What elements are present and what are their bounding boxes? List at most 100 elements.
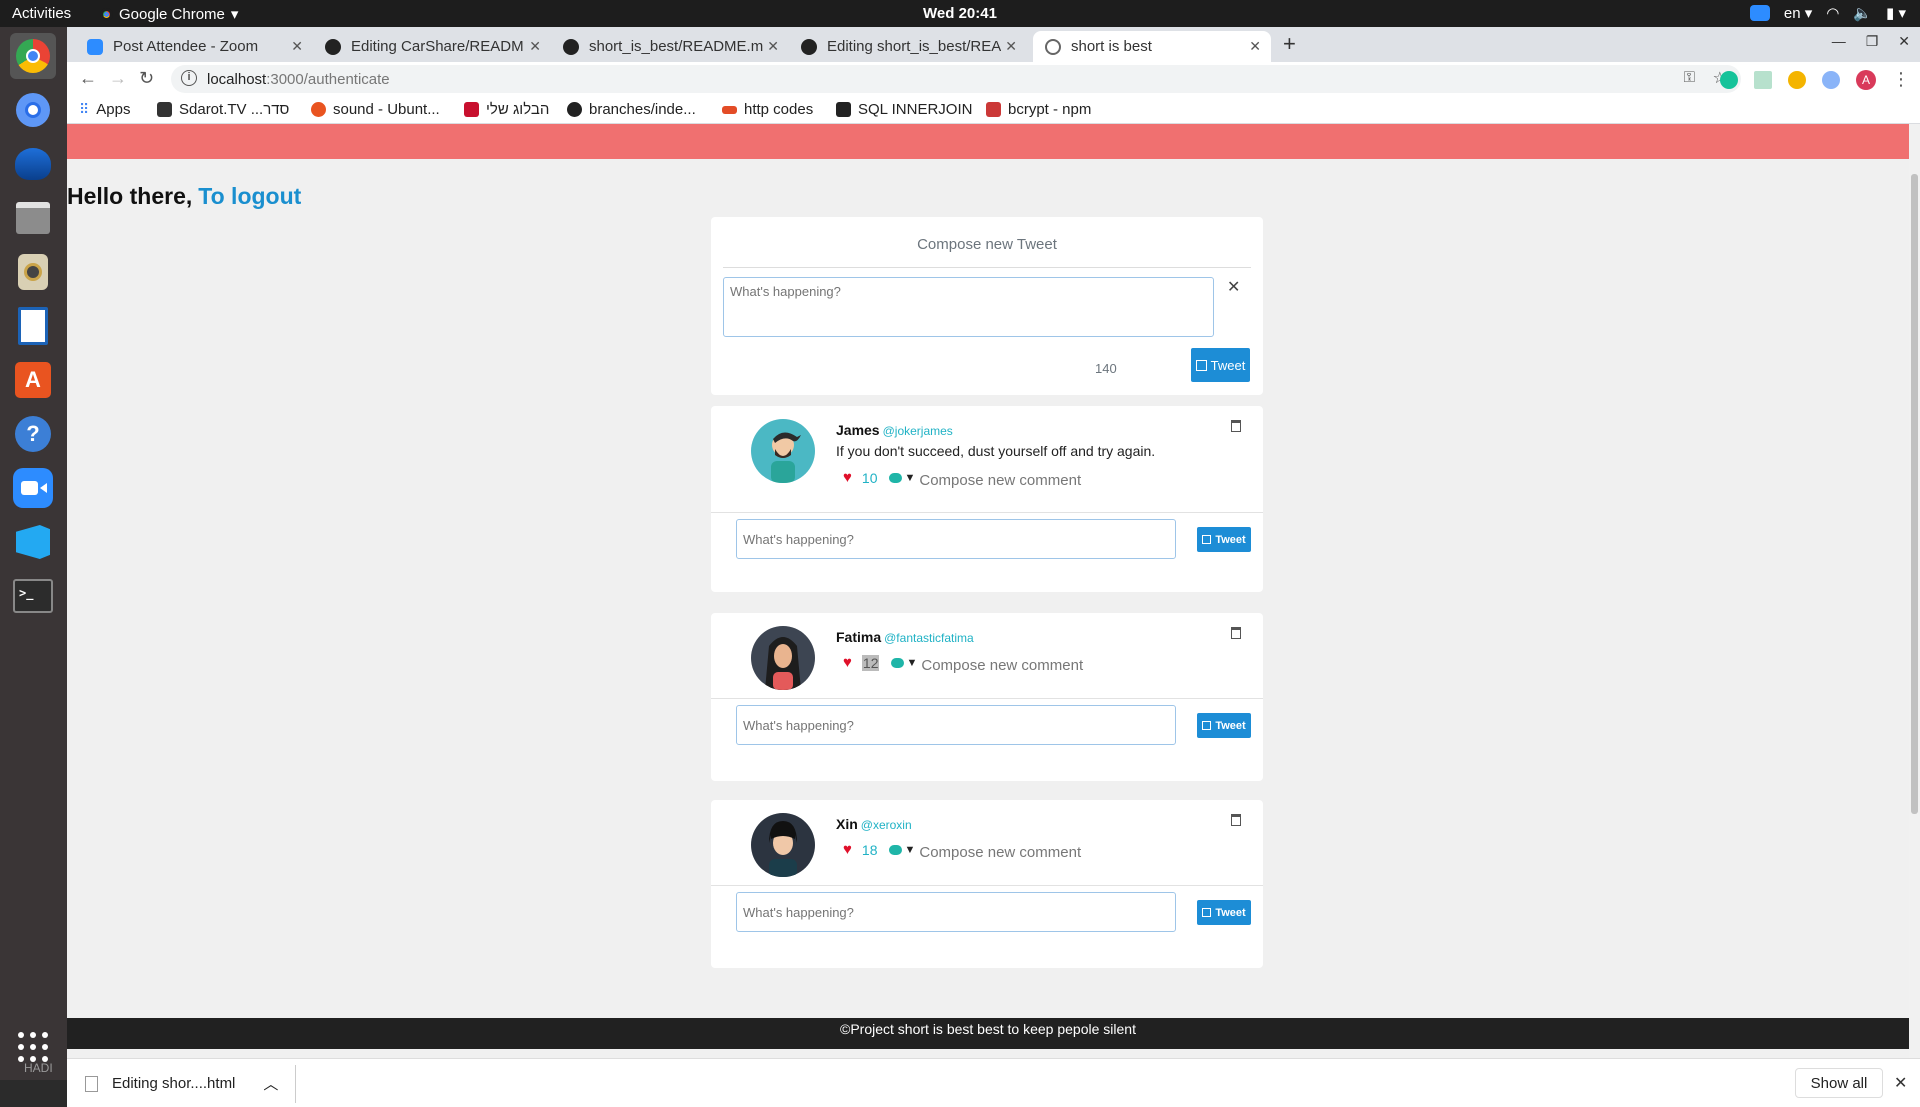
restore-icon[interactable]: ❐ [1866,33,1879,50]
tweet-button-label: Tweet [1215,906,1246,919]
tweet-textarea[interactable] [723,277,1214,337]
trash-icon[interactable] [1231,420,1241,432]
compose-comment-label[interactable]: Compose new comment [919,844,1081,861]
info-icon[interactable]: i [181,70,197,86]
greeting-text: Hello there, [67,183,193,209]
show-applications-icon[interactable] [18,1032,48,1062]
tab-carshare-readme[interactable]: Editing CarShare/READM ✕ [313,31,551,62]
comment-tweet-button[interactable]: Tweet [1197,527,1251,552]
show-all-button[interactable]: Show all [1795,1068,1883,1098]
comment-icon[interactable] [889,844,903,855]
zoom-tray-icon[interactable] [1749,5,1770,21]
tab-short-is-best[interactable]: short is best ✕ [1033,31,1271,62]
tweet-button-label: Tweet [1215,719,1246,732]
settings-extension-icon[interactable] [1788,70,1806,89]
files-icon[interactable] [10,195,56,241]
avatar [751,626,815,690]
divider [711,512,1263,513]
tab-editing-short-is-best[interactable]: Editing short_is_best/REA ✕ [789,31,1027,62]
edit-icon [1202,721,1212,730]
close-icon[interactable]: ✕ [291,38,303,55]
page-scrollbar[interactable] [1909,124,1920,1058]
forward-icon[interactable]: → [109,68,127,89]
menu-icon[interactable]: ⋮ [1892,69,1910,90]
vscode-icon[interactable] [10,519,56,565]
new-tab-button[interactable]: + [1283,31,1296,57]
writer-icon[interactable] [10,303,56,349]
zoom-favicon [87,38,103,55]
compose-comment-label[interactable]: Compose new comment [921,657,1083,674]
comment-icon[interactable] [891,657,905,668]
grammarly-icon[interactable] [1720,70,1738,89]
url-path: :3000/authenticate [266,70,390,88]
close-icon[interactable]: ✕ [767,38,779,55]
logout-link[interactable]: To logout [198,183,301,209]
bookmark-sound-ubuntu[interactable]: sound - Ubunt... [311,101,440,118]
trash-icon[interactable] [1231,627,1241,639]
minimize-icon[interactable]: — [1832,33,1846,50]
tweet-button-label: Tweet [1210,357,1246,373]
terminal-icon[interactable]: >_ [10,573,56,619]
system-tray[interactable]: en ▾ ◠ 🔈 ▮ ▾ [1749,4,1906,22]
bookmark-sql-innerjoin[interactable]: SQL INNERJOIN [836,101,972,118]
bookmark-branches[interactable]: branches/inde... [567,101,696,118]
http-icon [722,105,737,114]
bookmark-apps[interactable]: ⠿ Apps [79,101,130,118]
chevron-down-icon[interactable]: ▼ [904,472,915,484]
chevron-down-icon[interactable]: ▼ [906,657,917,669]
key-icon[interactable]: ⚿ [1684,69,1695,86]
bookmark-blog[interactable]: הבלוג שלי [464,101,549,118]
reload-icon[interactable]: ↻ [139,68,154,89]
close-icon[interactable]: ✕ [1227,277,1240,297]
chevron-down-icon[interactable]: ▼ [904,844,915,856]
language-indicator[interactable]: en ▾ [1784,4,1812,22]
comment-tweet-button[interactable]: Tweet [1197,900,1251,925]
bookmark-http-codes[interactable]: http codes [722,101,813,118]
wifi-icon: ◠ [1826,5,1840,22]
github-favicon [563,38,579,55]
clock[interactable]: Wed 20:41 [0,5,1920,22]
tweet-actions: ♥ 10 ▼ Compose new comment [843,466,1081,489]
comment-input[interactable] [736,519,1176,559]
close-icon[interactable]: ✕ [529,38,541,55]
bookmark-sdarot[interactable]: Sdarot.TV ...סדר [157,101,289,118]
author-handle[interactable]: @jokerjames [883,424,953,438]
close-icon[interactable]: ✕ [1005,38,1017,55]
heart-icon[interactable]: ♥ [843,841,852,858]
sheets-extension-icon[interactable] [1754,70,1772,89]
back-icon[interactable]: ← [79,68,97,89]
tab-short-is-best-readme[interactable]: short_is_best/README.m ✕ [551,31,789,62]
close-window-icon[interactable]: ✕ [1898,33,1910,50]
download-item[interactable]: Editing shor....html ︿ [85,1073,278,1094]
rhythmbox-icon[interactable] [10,249,56,295]
trash-icon[interactable] [1231,814,1241,826]
comment-icon[interactable] [889,472,903,483]
tweet-button[interactable]: Tweet [1191,348,1250,382]
scrollbar-thumb[interactable] [1911,174,1918,814]
comment-input[interactable] [736,705,1176,745]
zoom-icon[interactable] [10,465,56,511]
tab-zoom[interactable]: Post Attendee - Zoom ✕ [75,31,313,62]
help-icon[interactable]: ? [10,411,56,457]
close-icon[interactable]: ✕ [1249,38,1261,55]
thunderbird-icon[interactable] [10,141,56,187]
comment-tweet-button[interactable]: Tweet [1197,713,1251,738]
comment-input[interactable] [736,892,1176,932]
greeting: Hello there, To logout [67,183,301,210]
bookmark-bcrypt[interactable]: bcrypt - npm [986,101,1091,118]
author: James @jokerjames [836,422,953,438]
avatar[interactable]: A [1856,69,1876,90]
chrome-icon[interactable] [10,33,56,79]
edit-icon [1202,908,1212,917]
address-bar[interactable]: i localhost:3000/authenticate ⚿ ☆ [171,65,1741,93]
heart-icon[interactable]: ♥ [843,654,852,671]
extension-icon[interactable] [1822,70,1840,89]
close-icon[interactable]: ✕ [1894,1073,1907,1093]
heart-icon[interactable]: ♥ [843,469,852,486]
software-store-icon[interactable]: A [10,357,56,403]
author-handle[interactable]: @fantasticfatima [884,631,974,645]
chevron-up-icon[interactable]: ︿ [263,1073,278,1094]
author-handle[interactable]: @xeroxin [861,818,912,832]
chromium-icon[interactable] [10,87,56,133]
compose-comment-label[interactable]: Compose new comment [919,472,1081,489]
